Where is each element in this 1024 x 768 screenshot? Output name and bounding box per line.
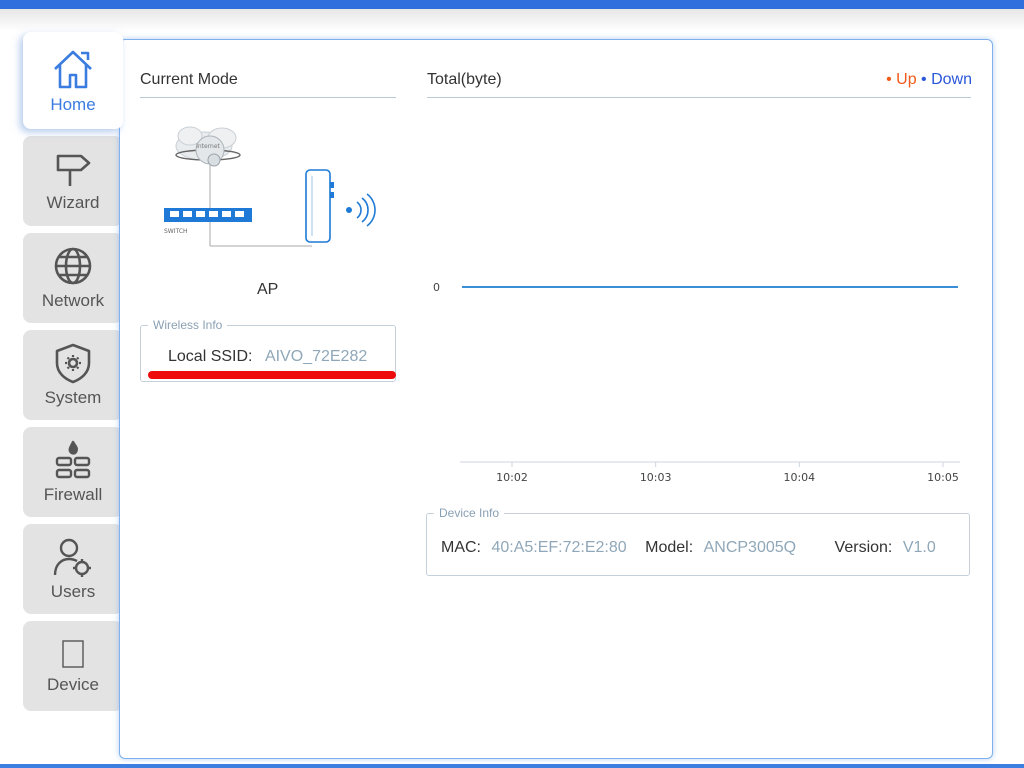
globe-icon — [52, 245, 94, 287]
model-label: Model: — [645, 539, 694, 556]
sidebar-item-label: Network — [41, 291, 105, 310]
firewall-icon — [52, 439, 94, 481]
signpost-icon — [53, 149, 93, 189]
ssid-label: Local SSID: — [168, 348, 253, 365]
x-tick-label: 10:04 — [783, 471, 815, 484]
sidebar-item-label: Device — [47, 675, 99, 694]
sidebar-item-system[interactable]: System — [23, 330, 123, 420]
x-tick-label: 10:05 — [927, 471, 959, 484]
legend-down: • Down — [921, 71, 972, 88]
sidebar-item-label: System — [44, 388, 102, 407]
mac-value: 40:A5:EF:72:E2:80 — [491, 539, 627, 556]
model-value: ANCP3005Q — [703, 539, 797, 556]
x-tick-label: 10:02 — [496, 471, 528, 484]
ssid-value: AIVO_72E282 — [264, 348, 368, 365]
internet-label: Internet — [196, 143, 220, 150]
mac-label: MAC: — [441, 539, 481, 556]
shield-gear-icon — [53, 342, 93, 384]
sidebar-item-home[interactable]: Home — [23, 32, 123, 129]
wifi-signal-icon — [346, 193, 376, 227]
device-info-box: Device Info MAC: 40:A5:EF:72:E2:80 Model… — [426, 506, 970, 576]
sidebar-item-users[interactable]: Users — [23, 524, 123, 614]
red-underline-annotation — [148, 371, 396, 379]
ap-mode-diagram: Internet SWITCH — [164, 126, 376, 247]
sidebar-item-label: Firewall — [43, 485, 103, 504]
mode-label: AP — [257, 281, 279, 298]
switch-label: SWITCH — [164, 228, 188, 235]
sidebar-item-wizard[interactable]: Wizard — [23, 136, 123, 226]
device-info-legend: Device Info — [439, 506, 500, 520]
x-tick-label: 10:03 — [640, 471, 672, 484]
version-label: Version: — [834, 539, 893, 556]
top-shade — [0, 9, 1024, 31]
chart-legend: • Up • Down — [886, 71, 972, 89]
top-bar — [0, 0, 1024, 9]
sidebar-item-firewall[interactable]: Firewall — [23, 427, 123, 517]
main-panel: Current Mode Internet SWITCH AP Wireless… — [119, 39, 993, 759]
sidebar-item-device[interactable]: Device — [23, 621, 123, 711]
y-tick-label: 0 — [433, 281, 440, 294]
user-settings-icon — [52, 536, 94, 578]
version-value: V1.0 — [902, 539, 936, 556]
sidebar-item-network[interactable]: Network — [23, 233, 123, 323]
sidebar-item-label: Home — [50, 94, 96, 114]
device-icon — [61, 637, 85, 671]
current-mode-title: Current Mode — [140, 71, 396, 98]
traffic-chart: 0 10:02 10:03 10:04 10:05 — [433, 281, 960, 484]
legend-up: • Up — [886, 71, 917, 88]
switch-icon — [164, 208, 252, 222]
access-point-icon — [305, 169, 334, 243]
sidebar-item-label: Users — [50, 582, 96, 601]
home-icon — [51, 47, 95, 91]
bottom-bar — [0, 764, 1024, 768]
sidebar-item-label: Wizard — [46, 193, 100, 212]
wireless-info-legend: Wireless Info — [153, 318, 223, 332]
